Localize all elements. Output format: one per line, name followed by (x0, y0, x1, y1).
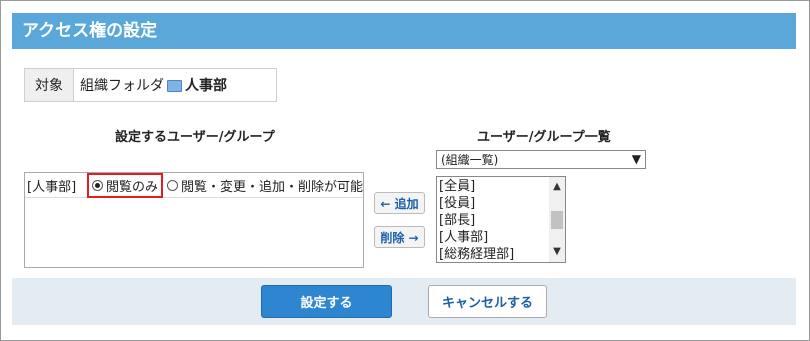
confirm-button[interactable]: 設定する (261, 285, 392, 318)
list-item[interactable]: [全員] (439, 178, 514, 195)
full-access-option: 閲覧・変更・追加・削除が可能 (166, 176, 363, 195)
page-title: アクセス権の設定 (12, 13, 796, 49)
radio-view-only[interactable] (91, 179, 103, 191)
scroll-up-icon[interactable]: ▲ (549, 179, 565, 195)
selected-users-list[interactable]: [人事部] 閲覧のみ 閲覧・変更・追加・削除が可能 (24, 172, 364, 268)
highlighted-option: 閲覧のみ (86, 173, 163, 198)
remove-button[interactable]: 削除 → (374, 226, 425, 248)
scrollbar[interactable]: ▲ ▼ (549, 177, 565, 262)
group-select-value: (組織一覧) (441, 153, 499, 167)
radio-view-only-label[interactable]: 閲覧のみ (106, 176, 158, 195)
group-select[interactable]: (組織一覧) ▼ (436, 150, 646, 169)
user-group-list[interactable]: [全員] [役員] [部長] [人事部] [総務経理部] ▲ ▼ (436, 176, 566, 263)
chevron-down-icon: ▼ (631, 152, 641, 166)
target-row: 対象 組織フォルダ 人事部 (24, 68, 277, 102)
radio-full-access[interactable] (166, 179, 178, 191)
folder-icon (167, 80, 182, 92)
add-button[interactable]: ← 追加 (374, 192, 425, 214)
radio-full-access-label[interactable]: 閲覧・変更・追加・削除が可能 (181, 176, 363, 195)
scroll-down-icon[interactable]: ▼ (549, 244, 565, 260)
selected-users-heading: 設定するユーザー/グループ (115, 130, 275, 145)
target-value: 組織フォルダ 人事部 (74, 69, 276, 101)
list-item[interactable]: [部長] (439, 212, 514, 229)
user-group-list-heading: ユーザー/グループ一覧 (477, 130, 611, 145)
list-item[interactable]: [総務経理部] (439, 246, 514, 262)
list-item[interactable]: [人事部] (439, 229, 514, 246)
footer-bar (12, 278, 796, 325)
scroll-thumb[interactable] (551, 211, 563, 229)
entry-name: [人事部] (27, 179, 77, 195)
target-path: 組織フォルダ (80, 78, 164, 94)
cancel-button[interactable]: キャンセルする (428, 285, 547, 318)
target-label: 対象 (25, 69, 74, 101)
target-name: 人事部 (185, 78, 227, 94)
list-item[interactable]: [役員] (439, 195, 514, 212)
list-item[interactable]: [人事部] 閲覧のみ 閲覧・変更・追加・削除が可能 (25, 173, 363, 198)
